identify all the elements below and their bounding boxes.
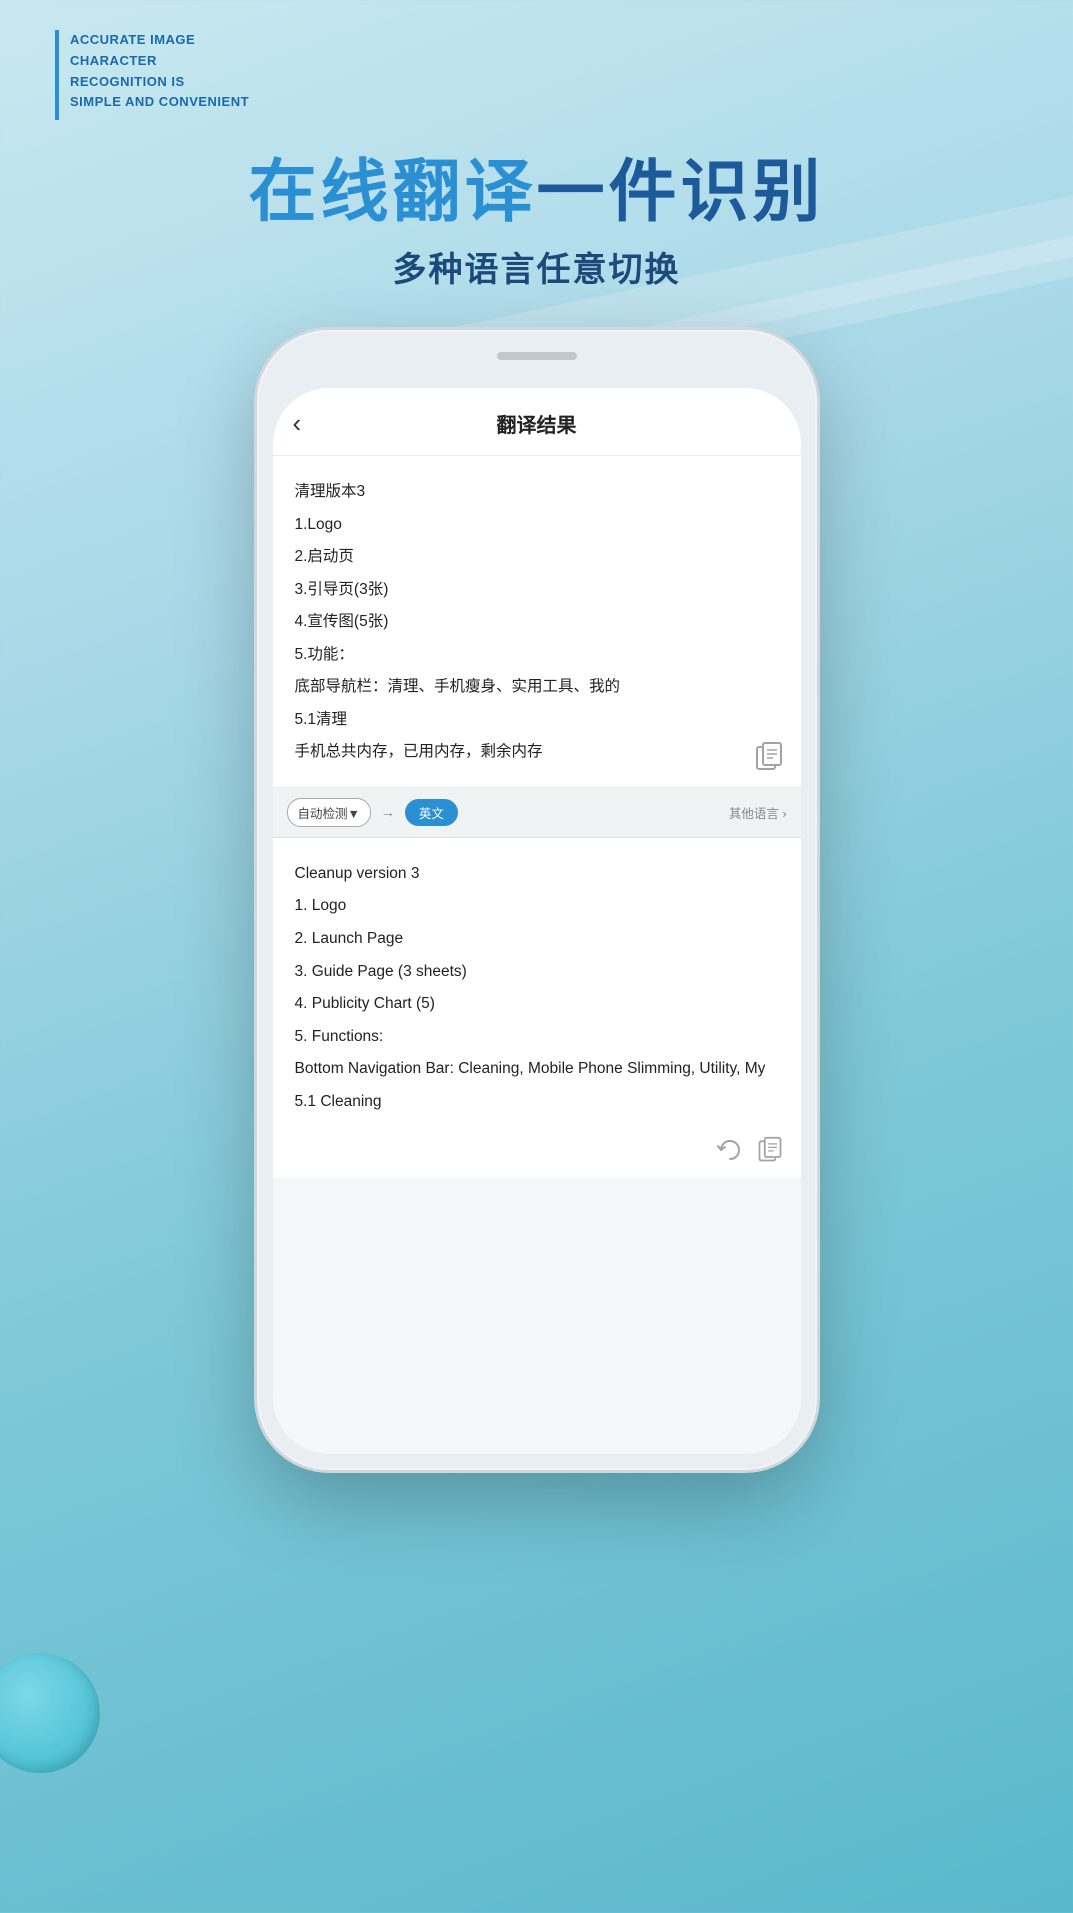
- en-line-6: 5. Functions:: [295, 1021, 779, 1054]
- bottom-action-icons: [717, 1136, 783, 1164]
- tagline-line1: ACCURATE IMAGE: [70, 32, 195, 47]
- copy-icon[interactable]: [755, 741, 783, 773]
- cn-line-3: 2.启动页: [295, 541, 779, 574]
- tagline-block: ACCURATE IMAGE CHARACTER RECOGNITION IS …: [70, 30, 249, 113]
- cn-line-2: 1.Logo: [295, 509, 779, 542]
- phone-screen: ‹ 翻译结果 清理版本3 1.Logo 2.启动页 3.引导页(3张) 4.宣传…: [273, 388, 801, 1454]
- other-lang-label: 其他语言 ›: [729, 803, 787, 822]
- target-lang-button[interactable]: 英文: [405, 799, 458, 826]
- cn-line-5: 4.宣传图(5张): [295, 606, 779, 639]
- hero-section: 在线翻译一件识别 多种语言任意切换: [0, 155, 1073, 291]
- en-line-1: Cleanup version 3: [295, 858, 779, 891]
- other-lang-link[interactable]: 其他语言 ›: [729, 803, 787, 822]
- hero-title-part2: 一件识别: [537, 154, 825, 230]
- cn-line-8: 5.1清理: [295, 704, 779, 737]
- english-content: Cleanup version 3 1. Logo 2. Launch Page…: [295, 858, 779, 1118]
- en-line-3: 2. Launch Page: [295, 923, 779, 956]
- cn-line-1: 清理版本3: [295, 476, 779, 509]
- en-line-2: 1. Logo: [295, 890, 779, 923]
- chinese-content: 清理版本3 1.Logo 2.启动页 3.引导页(3张) 4.宣传图(5张) 5…: [295, 476, 779, 769]
- en-line-7: Bottom Navigation Bar: Cleaning, Mobile …: [295, 1053, 779, 1086]
- back-button[interactable]: ‹: [293, 408, 329, 439]
- en-line-4: 3. Guide Page (3 sheets): [295, 956, 779, 989]
- screen-header: ‹ 翻译结果: [273, 388, 801, 456]
- screen-title: 翻译结果: [329, 409, 745, 438]
- cn-line-4: 3.引导页(3张): [295, 574, 779, 607]
- bg-sphere-decoration: [0, 1653, 100, 1773]
- original-text-section: 清理版本3 1.Logo 2.启动页 3.引导页(3张) 4.宣传图(5张) 5…: [273, 456, 801, 788]
- phone-outer: ‹ 翻译结果 清理版本3 1.Logo 2.启动页 3.引导页(3张) 4.宣传…: [257, 330, 817, 1470]
- cn-line-7: 底部导航栏：清理、手机瘦身、实用工具、我的: [295, 671, 779, 704]
- phone-speaker: [497, 352, 577, 360]
- hero-subtitle: 多种语言任意切换: [0, 242, 1073, 291]
- hero-title: 在线翻译一件识别: [0, 155, 1073, 230]
- translation-toolbar: 自动检测▼ → 英文 其他语言 ›: [273, 788, 801, 838]
- translated-text-section: Cleanup version 3 1. Logo 2. Launch Page…: [273, 838, 801, 1178]
- tagline-line4: SIMPLE AND CONVENIENT: [70, 94, 249, 109]
- phone-mockup: ‹ 翻译结果 清理版本3 1.Logo 2.启动页 3.引导页(3张) 4.宣传…: [257, 330, 817, 1470]
- copy-icon-bottom[interactable]: [757, 1136, 783, 1164]
- hero-title-part1: 在线翻译: [248, 154, 536, 230]
- cn-line-6: 5.功能：: [295, 639, 779, 672]
- target-lang-label: 英文: [419, 807, 444, 821]
- auto-detect-label: 自动检测▼: [298, 803, 360, 822]
- tagline-line2: CHARACTER: [70, 53, 157, 68]
- accent-bar: [55, 30, 59, 120]
- tagline-line3: RECOGNITION IS: [70, 74, 185, 89]
- refresh-icon[interactable]: [717, 1136, 743, 1164]
- en-line-5: 4. Publicity Chart (5): [295, 988, 779, 1021]
- arrow-icon: →: [379, 804, 397, 820]
- cn-line-9: 手机总共内存，已用内存，剩余内存: [295, 736, 779, 769]
- auto-detect-button[interactable]: 自动检测▼: [287, 798, 371, 827]
- en-line-8: 5.1 Cleaning: [295, 1086, 779, 1119]
